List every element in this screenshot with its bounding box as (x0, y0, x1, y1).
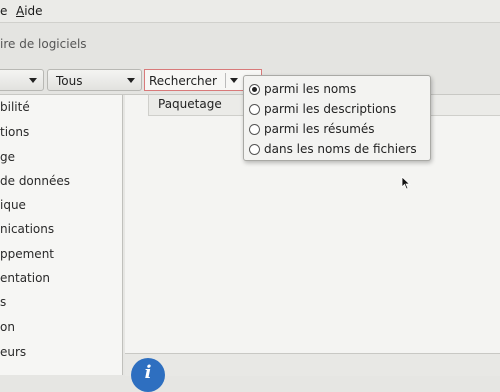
chevron-down-icon (29, 78, 37, 83)
menu-item-aide[interactable]: Aide (16, 4, 43, 18)
search-mode-menu: parmi les noms parmi les descriptions pa… (243, 75, 431, 161)
sidebar-item-category[interactable]: ge (0, 150, 15, 164)
section-filter-dropdown[interactable] (0, 69, 44, 91)
sidebar-item-category[interactable]: on (0, 320, 15, 334)
option-label: parmi les résumés (264, 122, 375, 136)
category-sidebar: bilité tions ge de données ique nication… (0, 95, 123, 375)
status-bar (125, 353, 500, 376)
mouse-pointer-icon (401, 176, 411, 190)
info-icon[interactable]: i (131, 358, 165, 392)
menu-accelerator: A (16, 4, 25, 18)
column-header-label: Paquetage (158, 97, 222, 111)
sidebar-item-category[interactable]: ique (0, 198, 26, 212)
status-filter-dropdown[interactable]: Tous (47, 69, 142, 91)
radio-icon[interactable] (249, 124, 260, 135)
menu-bar: e Aide (0, 0, 500, 23)
window-header: ire de logiciels (0, 23, 500, 66)
sidebar-item-category[interactable]: de données (0, 174, 70, 188)
menu-label-rest: ide (24, 4, 43, 18)
status-filter-value: Tous (56, 74, 83, 88)
sidebar-item-category[interactable]: tions (0, 125, 29, 139)
option-label: dans les noms de fichiers (264, 142, 417, 156)
option-label: parmi les noms (264, 82, 357, 96)
option-label: parmi les descriptions (264, 102, 397, 116)
sidebar-item-category[interactable]: eurs (0, 345, 26, 359)
sidebar-item-category[interactable]: entation (0, 271, 50, 285)
radio-icon[interactable] (249, 144, 260, 155)
sidebar-item-category[interactable]: bilité (0, 100, 30, 114)
menu-item-partial[interactable]: e (0, 4, 7, 18)
search-mode-chevron-icon[interactable] (230, 78, 238, 83)
sidebar-item-category[interactable]: nications (0, 222, 54, 236)
window-title: ire de logiciels (0, 37, 87, 51)
search-input[interactable]: Rechercher (149, 74, 217, 88)
search-divider (225, 73, 226, 88)
sidebar-item-category[interactable]: s (0, 295, 6, 309)
chevron-down-icon (127, 78, 135, 83)
sidebar-item-category[interactable]: ppement (0, 247, 54, 261)
radio-checked-icon[interactable] (249, 84, 260, 95)
radio-icon[interactable] (249, 104, 260, 115)
